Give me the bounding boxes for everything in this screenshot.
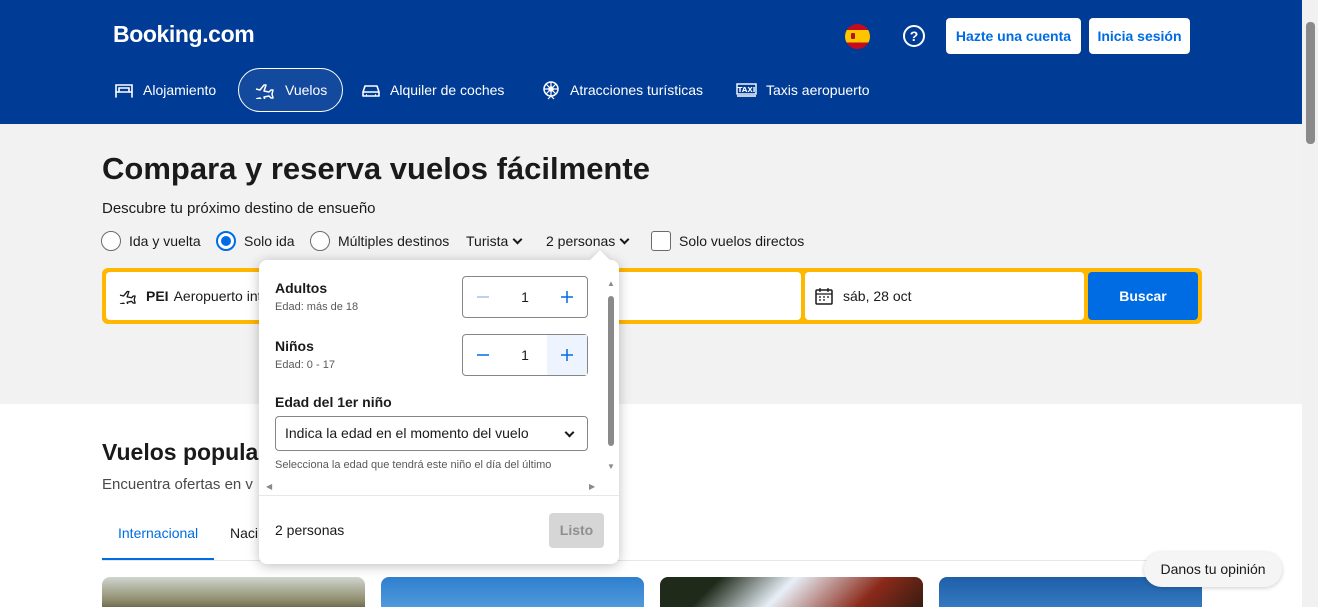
plus-icon <box>561 349 573 361</box>
scroll-left-arrow-icon[interactable]: ◀ <box>266 482 272 491</box>
plane-icon <box>119 290 136 304</box>
adults-label: Adultos <box>275 280 328 296</box>
plus-icon <box>561 291 573 303</box>
destination-card-image[interactable] <box>381 577 644 607</box>
chevron-down-icon <box>564 427 575 438</box>
nav-item-flights[interactable]: Vuelos <box>238 68 344 112</box>
passengers-label: 2 personas <box>546 233 616 249</box>
page-scrollbar-thumb[interactable] <box>1306 22 1315 144</box>
children-hint: Edad: 0 - 17 <box>275 359 335 371</box>
adults-count: 1 <box>521 289 529 305</box>
tab-national[interactable]: Naci <box>230 525 258 541</box>
login-button[interactable]: Inicia sesión <box>1089 18 1190 54</box>
radio-button[interactable] <box>310 231 330 251</box>
attractions-icon <box>543 81 559 100</box>
chevron-down-icon <box>619 234 630 244</box>
trip-type-round-trip[interactable]: Ida y vuelta <box>101 230 201 252</box>
trip-type-label: Ida y vuelta <box>129 233 201 249</box>
minus-icon <box>477 354 489 356</box>
popular-flights-subtitle: Encuentra ofertas en v <box>102 476 253 493</box>
child-age-label: Edad del 1er niño <box>275 394 392 410</box>
dropdown-divider <box>259 495 619 496</box>
adults-decrement-button[interactable] <box>463 277 503 317</box>
passenger-summary: 2 personas <box>275 522 345 538</box>
nav-item-attractions[interactable]: Atracciones turísticas <box>541 68 703 112</box>
nav-item-airport-taxis[interactable]: TAXI Taxis aeropuerto <box>736 68 870 112</box>
popular-flights-title: Vuelos popula <box>102 439 259 465</box>
trip-type-label: Solo ida <box>244 233 295 249</box>
direct-flights-toggle[interactable]: Solo vuelos directos <box>651 230 804 252</box>
children-stepper: 1 <box>462 334 588 376</box>
chevron-down-icon <box>512 234 523 244</box>
child-age-placeholder: Indica la edad en el momento del vuelo <box>285 425 529 441</box>
scroll-up-arrow-icon[interactable]: ▲ <box>607 279 615 288</box>
taxi-icon: TAXI <box>736 83 757 97</box>
adults-hint: Edad: más de 18 <box>275 301 359 313</box>
scroll-right-arrow-icon[interactable]: ▶ <box>589 482 595 491</box>
child-age-select[interactable]: Indica la edad en el momento del vuelo <box>275 416 588 451</box>
help-icon[interactable]: ? <box>903 25 925 47</box>
scroll-down-arrow-icon[interactable]: ▼ <box>607 462 615 471</box>
feedback-button[interactable]: Danos tu opinión <box>1144 552 1282 587</box>
radio-button-selected[interactable] <box>216 231 236 251</box>
spain-flag-icon[interactable] <box>845 24 870 49</box>
active-tab-indicator <box>102 558 214 560</box>
radio-button[interactable] <box>101 231 121 251</box>
origin-name: Aeropuerto inte <box>173 288 270 304</box>
cabin-class-label: Turista <box>466 233 509 249</box>
page-subtitle: Descubre tu próximo destino de ensueño <box>102 200 376 217</box>
cabin-class-select[interactable]: Turista <box>466 230 523 252</box>
done-button[interactable]: Listo <box>549 513 604 548</box>
nav-item-car-rental[interactable]: Alquiler de coches <box>361 68 504 112</box>
adults-increment-button[interactable] <box>547 277 587 317</box>
trip-type-multi-city[interactable]: Múltiples destinos <box>310 230 449 252</box>
dropdown-scrollbar-thumb[interactable] <box>608 296 614 446</box>
svg-text:TAXI: TAXI <box>738 86 756 94</box>
booking-logo[interactable]: Booking.com <box>113 21 255 48</box>
minus-icon <box>477 296 489 298</box>
trip-type-label: Múltiples destinos <box>338 233 450 249</box>
calendar-icon <box>815 288 833 305</box>
children-label: Niños <box>275 338 314 354</box>
passengers-select[interactable]: 2 personas <box>546 230 630 252</box>
trip-type-one-way[interactable]: Solo ida <box>216 230 295 252</box>
child-age-note: Selecciona la edad que tendrá este niño … <box>275 459 552 471</box>
car-icon <box>362 85 380 97</box>
date-field[interactable]: sáb, 28 oct <box>805 272 1084 320</box>
top-header: Booking.com ? Hazte una cuenta Inicia se… <box>0 0 1302 124</box>
nav-label: Atracciones turísticas <box>570 82 704 98</box>
tab-international[interactable]: Internacional <box>118 525 198 541</box>
search-button[interactable]: Buscar <box>1088 272 1198 320</box>
children-count: 1 <box>521 347 529 363</box>
date-value: sáb, 28 oct <box>843 288 912 304</box>
destination-card-image[interactable] <box>660 577 923 607</box>
nav-label: Vuelos <box>285 82 328 98</box>
nav-item-accommodation[interactable]: Alojamiento <box>114 68 216 112</box>
page-title: Compara y reserva vuelos fácilmente <box>102 151 650 186</box>
nav-label: Alquiler de coches <box>390 82 505 98</box>
direct-flights-label: Solo vuelos directos <box>679 233 805 249</box>
destination-card-image[interactable] <box>102 577 365 607</box>
children-decrement-button[interactable] <box>463 335 503 375</box>
passengers-dropdown: Adultos Edad: más de 18 1 Niños Edad: 0 … <box>259 260 619 564</box>
adults-stepper: 1 <box>462 276 588 318</box>
checkbox[interactable] <box>651 231 671 251</box>
bed-icon <box>115 84 133 98</box>
origin-code: PEI <box>146 288 169 304</box>
nav-label: Alojamiento <box>143 82 217 98</box>
plane-icon <box>255 84 274 99</box>
children-increment-button[interactable] <box>547 335 587 375</box>
register-button[interactable]: Hazte una cuenta <box>946 18 1081 54</box>
nav-label: Taxis aeropuerto <box>766 82 870 98</box>
